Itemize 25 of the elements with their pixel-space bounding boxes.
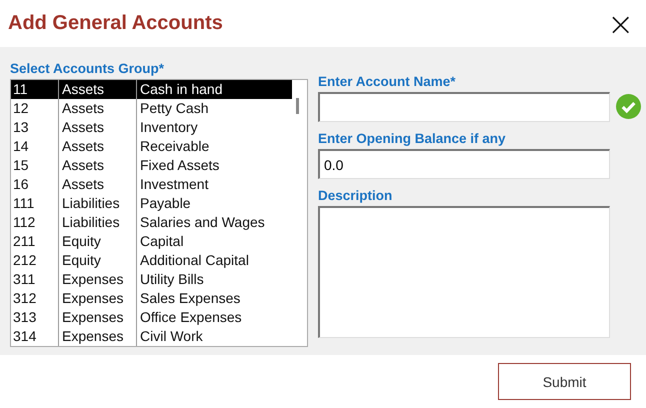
list-row[interactable]: 311 Expenses Utility Bills xyxy=(11,270,292,289)
submit-button[interactable]: Submit xyxy=(498,363,631,400)
account-name-field[interactable] xyxy=(318,92,610,122)
field-label: Enter Opening Balance if any xyxy=(318,130,507,148)
list-row[interactable]: 313 Expenses Office Expenses xyxy=(11,308,292,327)
list-row[interactable]: 212 Equity Additional Capital xyxy=(11,251,292,270)
field-label: Enter Account Name* xyxy=(318,73,457,91)
scrollbar-thumb[interactable] xyxy=(296,98,299,114)
description-field[interactable] xyxy=(318,206,610,338)
list-row[interactable]: 314 Expenses Civil Work xyxy=(11,327,292,346)
list-row[interactable]: 111 Liabilities Payable xyxy=(11,194,292,213)
list-row[interactable]: 112 Liabilities Salaries and Wages xyxy=(11,213,292,232)
close-button[interactable]: × xyxy=(603,8,638,38)
list-row[interactable]: 312 Expenses Sales Expenses xyxy=(11,289,292,308)
list-row[interactable]: 15 Assets Fixed Assets xyxy=(11,156,292,175)
list-row[interactable]: 211 Equity Capital xyxy=(11,232,292,251)
list-row[interactable]: 11 Assets Cash in hand xyxy=(11,80,292,99)
field-label: Select Accounts Group* xyxy=(10,60,166,78)
list-row[interactable]: 16 Assets Investment xyxy=(11,175,292,194)
opening-balance-field[interactable]: 0.0 xyxy=(318,149,610,179)
list-row[interactable]: 13 Assets Inventory xyxy=(11,118,292,137)
field-label: Description xyxy=(318,187,394,205)
list-row[interactable]: 12 Assets Petty Cash xyxy=(11,99,292,118)
list-row[interactable]: 14 Assets Receivable xyxy=(11,137,292,156)
window-title: Add General Accounts xyxy=(8,12,223,35)
